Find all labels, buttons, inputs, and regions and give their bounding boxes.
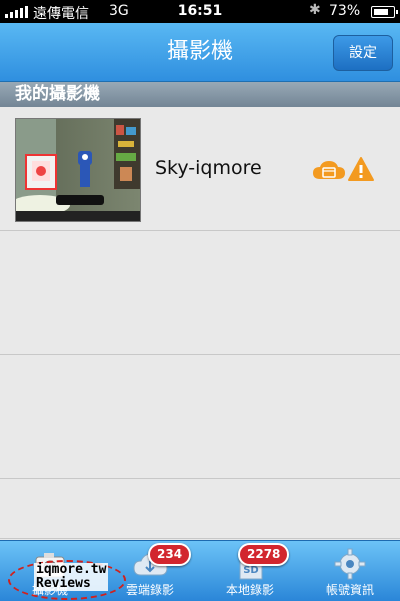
warning-icon	[347, 156, 375, 186]
tab-local-recording[interactable]: SD 2278 本地錄影	[200, 541, 300, 601]
list-row-empty	[0, 355, 400, 479]
gear-icon	[332, 547, 368, 581]
settings-button[interactable]: 設定	[333, 35, 393, 71]
watermark-text: iqmore.tw Reviews	[34, 562, 109, 591]
cloud-recording-icon	[312, 159, 346, 185]
camera-name: Sky-iqmore	[155, 157, 262, 179]
tab-account-info[interactable]: 帳號資訊	[300, 541, 400, 601]
tab-label: 帳號資訊	[325, 583, 374, 597]
section-header: 我的攝影機	[0, 82, 400, 107]
camera-thumbnail	[15, 118, 141, 222]
list-row-empty	[0, 479, 400, 539]
watermark-stamp: iqmore.tw Reviews	[8, 560, 126, 600]
tab-label: 本地錄影	[225, 583, 274, 597]
nav-bar: 攝影機 設定	[0, 23, 400, 82]
notification-badge: 234	[148, 543, 192, 566]
camera-list-item[interactable]: Sky-iqmore	[0, 107, 400, 231]
battery-icon	[371, 6, 398, 18]
status-bar: 遠傳電信 3G 16:51 ✱ 73%	[0, 0, 400, 23]
svg-text:SD: SD	[243, 565, 259, 576]
battery-percent: 73%	[329, 3, 361, 19]
notification-badge: 2278	[238, 543, 290, 566]
bluetooth-icon: ✱	[309, 2, 321, 18]
list-row-empty	[0, 231, 400, 355]
